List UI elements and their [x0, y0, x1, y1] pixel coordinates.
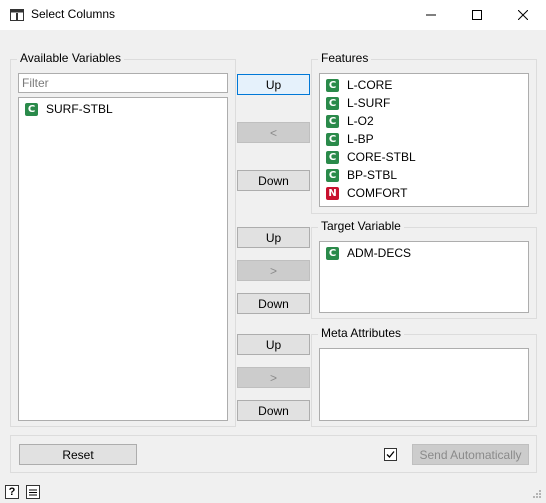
list-item-label: CORE-STBL [347, 150, 416, 164]
reset-button[interactable]: Reset [19, 444, 137, 465]
continuous-variable-icon: C [326, 132, 339, 146]
discrete-variable-icon: N [326, 186, 339, 200]
continuous-variable-icon: C [326, 78, 339, 92]
move-to-available-button[interactable]: < [237, 122, 310, 143]
features-down-button[interactable]: Down [237, 170, 310, 191]
close-icon [518, 10, 528, 20]
target-variable-title: Target Variable [318, 219, 404, 233]
target-variable-list[interactable]: C ADM-DECS [319, 241, 529, 313]
list-item[interactable]: C BP-STBL [320, 166, 528, 184]
list-item[interactable]: C L-O2 [320, 112, 528, 130]
available-variables-list[interactable]: C SURF-STBL [18, 97, 228, 421]
move-to-target-button[interactable]: > [237, 260, 310, 281]
window-title: Select Columns [31, 7, 116, 21]
list-item[interactable]: C CORE-STBL [320, 148, 528, 166]
meta-attributes-list[interactable] [319, 348, 529, 421]
filter-input[interactable] [18, 73, 228, 93]
move-to-meta-button[interactable]: > [237, 367, 310, 388]
continuous-variable-icon: C [326, 168, 339, 182]
list-item-label: L-CORE [347, 78, 393, 92]
list-item[interactable]: C L-BP [320, 130, 528, 148]
list-item[interactable]: C L-CORE [320, 76, 528, 94]
list-item[interactable]: C SURF-STBL [19, 100, 227, 118]
meta-up-button[interactable]: Up [237, 334, 310, 355]
status-bar [0, 480, 546, 503]
list-item-label: SURF-STBL [46, 102, 113, 116]
help-icon[interactable]: ? [5, 485, 19, 499]
features-list[interactable]: C L-CORE C L-SURF C L-O2 C L-BP C CORE-S… [319, 73, 529, 207]
checkmark-icon [386, 451, 395, 458]
list-item-label: BP-STBL [347, 168, 398, 182]
send-automatically-button[interactable]: Send Automatically [412, 444, 529, 465]
continuous-variable-icon: C [25, 102, 38, 116]
list-item[interactable]: N COMFORT [320, 184, 528, 202]
minimize-icon [426, 14, 436, 16]
continuous-variable-icon: C [326, 150, 339, 164]
list-item-label: L-BP [347, 132, 374, 146]
meta-down-button[interactable]: Down [237, 400, 310, 421]
title-bar: Select Columns [0, 0, 546, 30]
list-item-label: L-SURF [347, 96, 391, 110]
resize-grip-icon[interactable] [532, 489, 542, 499]
continuous-variable-icon: C [326, 96, 339, 110]
continuous-variable-icon: C [326, 114, 339, 128]
list-item-label: ADM-DECS [347, 246, 412, 260]
minimize-button[interactable] [408, 0, 454, 30]
features-title: Features [318, 51, 372, 65]
features-up-button[interactable]: Up [237, 74, 310, 95]
app-icon [10, 9, 24, 21]
report-icon[interactable] [26, 485, 40, 499]
send-automatically-checkbox[interactable] [384, 448, 397, 461]
meta-attributes-title: Meta Attributes [318, 326, 405, 340]
target-down-button[interactable]: Down [237, 293, 310, 314]
available-variables-title: Available Variables [17, 51, 124, 65]
maximize-icon [472, 10, 482, 20]
list-item-label: L-O2 [347, 114, 374, 128]
list-item[interactable]: C ADM-DECS [320, 244, 528, 262]
close-button[interactable] [500, 0, 546, 30]
continuous-variable-icon: C [326, 246, 339, 260]
target-up-button[interactable]: Up [237, 227, 310, 248]
maximize-button[interactable] [454, 0, 500, 30]
list-item[interactable]: C L-SURF [320, 94, 528, 112]
list-item-label: COMFORT [347, 186, 408, 200]
